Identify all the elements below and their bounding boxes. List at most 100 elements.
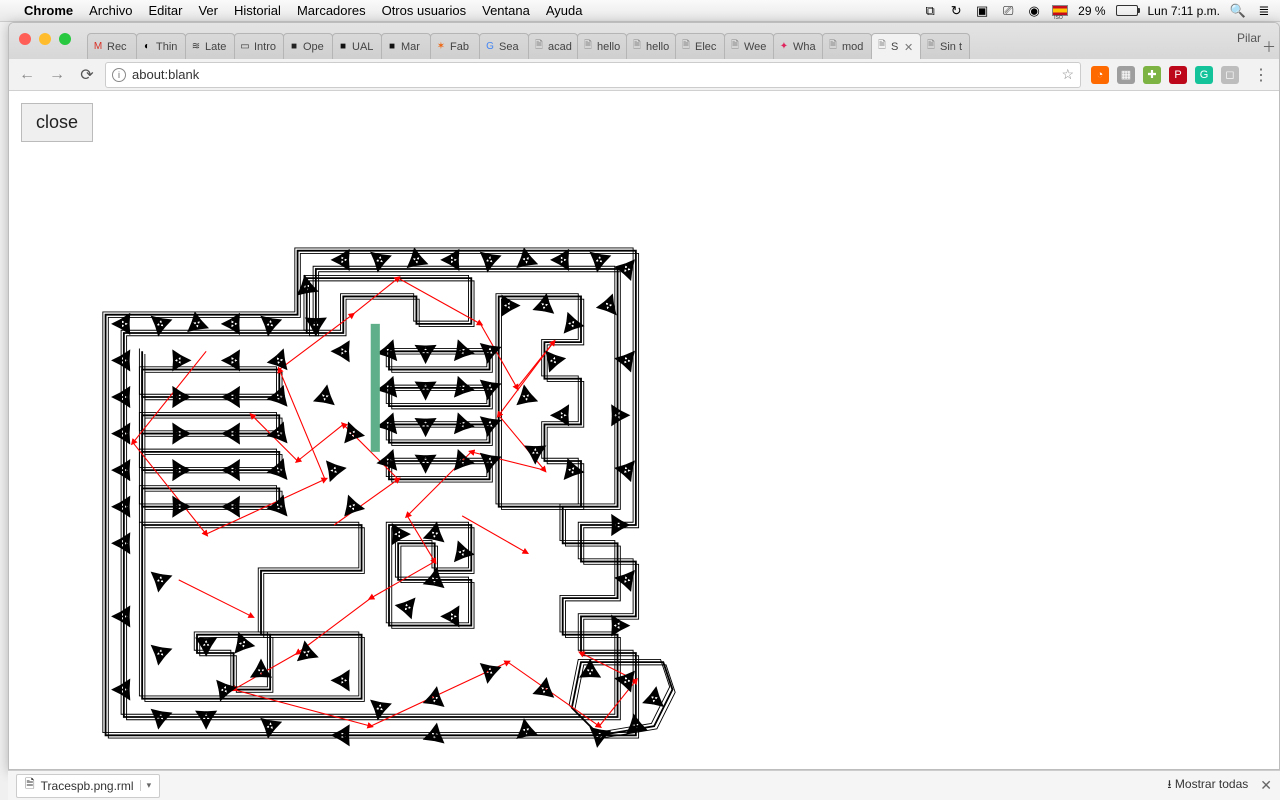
close-download-bar[interactable]: ✕: [1260, 777, 1272, 794]
wifi-icon[interactable]: ◉: [1026, 3, 1042, 19]
forward-button[interactable]: →: [45, 63, 69, 87]
menu-editar[interactable]: Editar: [148, 3, 182, 18]
tab-favicon: 🗎: [631, 41, 643, 53]
spotlight-icon[interactable]: 🔍: [1230, 3, 1246, 19]
macos-menubar: Chrome Archivo Editar Ver Historial Marc…: [0, 0, 1280, 22]
clock[interactable]: Lun 7:11 p.m.: [1148, 4, 1221, 18]
tab-label: Ope: [303, 41, 324, 53]
tab-label: Mar: [401, 41, 420, 53]
tab-14[interactable]: ✦Wha: [773, 33, 823, 59]
tab-7[interactable]: ✶Fab: [430, 33, 480, 59]
tab-label: Fab: [450, 41, 469, 53]
toolpath-preview: [39, 141, 739, 769]
tab-label: Wee: [744, 41, 766, 53]
download-chip[interactable]: 🗎 Tracespb.png.rml ▾: [16, 774, 160, 798]
display-icon[interactable]: ▣: [974, 3, 990, 19]
tab-favicon: 🗎: [680, 41, 692, 53]
tab-favicon: ✦: [778, 41, 790, 53]
tab-16[interactable]: 🗎S✕: [871, 33, 921, 59]
tab-1[interactable]: ◐Thin: [136, 33, 186, 59]
extension-grammarly[interactable]: G: [1195, 66, 1213, 84]
url-text: about:blank: [132, 67, 1055, 82]
tab-12[interactable]: 🗎Elec: [675, 33, 725, 59]
tab-17[interactable]: 🗎Sin t: [920, 33, 970, 59]
tab-favicon: 🗎: [533, 41, 545, 53]
chrome-menu-button[interactable]: ⋮: [1249, 65, 1273, 85]
tab-6[interactable]: ■Mar: [381, 33, 431, 59]
tab-close-icon[interactable]: ✕: [904, 41, 916, 53]
extension-ext-2[interactable]: ▦: [1117, 66, 1135, 84]
tab-8[interactable]: GSea: [479, 33, 529, 59]
chrome-window: MRec◐Thin≋Late▭Intro■Ope■UAL■Mar✶FabGSea…: [8, 22, 1280, 770]
tab-2[interactable]: ≋Late: [185, 33, 235, 59]
window-minimize-button[interactable]: [39, 33, 51, 45]
extension-ext-6[interactable]: ◻: [1221, 66, 1239, 84]
tab-5[interactable]: ■UAL: [332, 33, 382, 59]
tab-0[interactable]: MRec: [87, 33, 137, 59]
sync-icon[interactable]: ↻: [948, 3, 964, 19]
page-content: close: [9, 91, 1279, 769]
download-chip-menu[interactable]: ▾: [140, 780, 152, 791]
tab-label: mod: [842, 41, 863, 53]
battery-icon[interactable]: [1116, 5, 1138, 16]
download-arrow-icon: ⭳: [1167, 777, 1171, 791]
window-maximize-button[interactable]: [59, 33, 71, 45]
tab-label: UAL: [352, 41, 373, 53]
tab-favicon: ■: [288, 41, 300, 53]
tab-label: Sin t: [940, 41, 962, 53]
extension-ext-3[interactable]: ✚: [1143, 66, 1161, 84]
close-button[interactable]: close: [21, 103, 93, 142]
tab-favicon: ◐: [141, 41, 153, 53]
app-name[interactable]: Chrome: [24, 3, 73, 18]
tab-label: Late: [205, 41, 226, 53]
address-bar[interactable]: i about:blank ☆: [105, 62, 1081, 88]
dropbox-icon[interactable]: ⧉: [922, 3, 938, 19]
tab-label: hello: [646, 41, 669, 53]
tab-15[interactable]: 🗎mod: [822, 33, 872, 59]
reload-button[interactable]: ⟳: [75, 63, 99, 87]
tab-favicon: 🗎: [827, 41, 839, 53]
extension-icons: ◔ ▦ ✚ PG ◻: [1087, 66, 1243, 84]
tab-9[interactable]: 🗎acad: [528, 33, 578, 59]
airplay-icon[interactable]: ⎚: [1000, 3, 1016, 19]
menu-marcadores[interactable]: Marcadores: [297, 3, 366, 18]
input-source-flag-icon[interactable]: [1052, 5, 1068, 16]
tab-4[interactable]: ■Ope: [283, 33, 333, 59]
tab-label: S: [891, 41, 898, 53]
tab-favicon: G: [484, 41, 496, 53]
show-all-downloads[interactable]: ⭳ Mostrar todas: [1167, 775, 1248, 796]
tab-favicon: ■: [337, 41, 349, 53]
tab-10[interactable]: 🗎hello: [577, 33, 627, 59]
chrome-titlebar: MRec◐Thin≋Late▭Intro■Ope■UAL■Mar✶FabGSea…: [9, 23, 1279, 59]
menu-historial[interactable]: Historial: [234, 3, 281, 18]
profile-button[interactable]: Pilar: [1229, 29, 1269, 47]
tab-3[interactable]: ▭Intro: [234, 33, 284, 59]
tab-favicon: ▭: [239, 41, 251, 53]
tab-strip: MRec◐Thin≋Late▭Intro■Ope■UAL■Mar✶FabGSea…: [87, 23, 1255, 59]
menu-archivo[interactable]: Archivo: [89, 3, 132, 18]
bookmark-star-icon[interactable]: ☆: [1061, 66, 1074, 83]
notification-center-icon[interactable]: ≣: [1256, 3, 1272, 19]
menu-otros-usuarios[interactable]: Otros usuarios: [382, 3, 467, 18]
back-button[interactable]: ←: [15, 63, 39, 87]
tab-label: Thin: [156, 41, 177, 53]
tab-label: hello: [597, 41, 620, 53]
tab-label: acad: [548, 41, 572, 53]
tab-favicon: M: [92, 41, 104, 53]
menu-ayuda[interactable]: Ayuda: [546, 3, 583, 18]
tab-label: Wha: [793, 41, 816, 53]
menu-ventana[interactable]: Ventana: [482, 3, 530, 18]
tab-favicon: ≋: [190, 41, 202, 53]
tab-11[interactable]: 🗎hello: [626, 33, 676, 59]
download-bar: 🗎 Tracespb.png.rml ▾ ⭳ Mostrar todas ✕: [8, 770, 1280, 800]
extension-pinterest[interactable]: P: [1169, 66, 1187, 84]
window-close-button[interactable]: [19, 33, 31, 45]
extension-ext-1[interactable]: ◔: [1091, 66, 1109, 84]
tab-13[interactable]: 🗎Wee: [724, 33, 774, 59]
site-info-icon[interactable]: i: [112, 68, 126, 82]
tab-favicon: ✶: [435, 41, 447, 53]
menu-ver[interactable]: Ver: [198, 3, 218, 18]
tab-label: Rec: [107, 41, 127, 53]
chrome-toolbar: ← → ⟳ i about:blank ☆ ◔ ▦ ✚ PG ◻ ⋮: [9, 59, 1279, 91]
tab-favicon: 🗎: [582, 41, 594, 53]
